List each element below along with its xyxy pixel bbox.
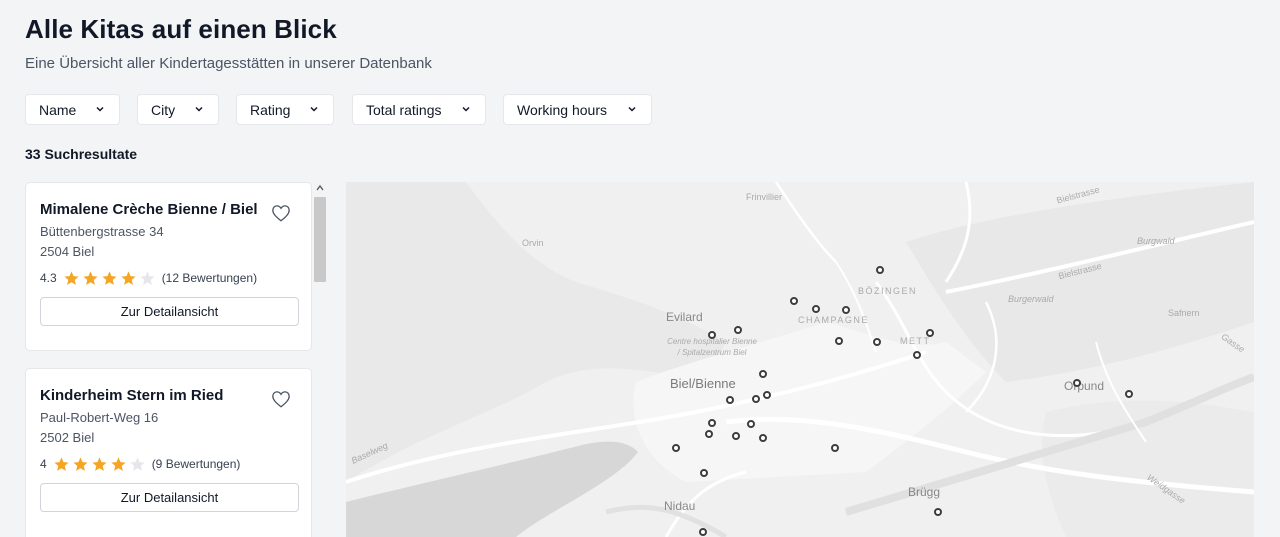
filter-label: Rating: [250, 101, 291, 118]
scroll-up-arrow-icon[interactable]: [316, 184, 324, 192]
star-filled-icon: [92, 456, 107, 471]
star-empty-icon: [140, 270, 155, 285]
filter-working-hours-dropdown[interactable]: Working hours: [503, 94, 652, 125]
map-label: Biel/Bienne: [670, 376, 736, 391]
filter-label: Total ratings: [366, 101, 442, 118]
kita-map-marker[interactable]: [747, 420, 755, 428]
map[interactable]: Frinvillier Orvin Bielstrasse Burgwald B…: [346, 182, 1254, 537]
page-title: Alle Kitas auf einen Blick: [25, 14, 337, 44]
kita-map-marker[interactable]: [1125, 390, 1133, 398]
star-filled-icon: [111, 456, 126, 471]
filter-name-dropdown[interactable]: Name: [25, 94, 120, 125]
map-label: Brügg: [908, 485, 941, 499]
rating-row: 4 (9 Bewertungen): [40, 455, 240, 473]
star-filled-icon: [102, 270, 117, 285]
chevron-down-icon: [462, 106, 470, 112]
kita-list[interactable]: Mimalene Crèche Bienne / Biel Büttenberg…: [25, 182, 313, 537]
map-label: Burgerwald: [1008, 294, 1054, 304]
map-label: Nidau: [664, 499, 696, 513]
heart-icon[interactable]: [271, 390, 291, 408]
kita-map-marker[interactable]: [700, 469, 708, 477]
kita-map-marker[interactable]: [759, 434, 767, 442]
list-scrollbar[interactable]: [313, 182, 327, 537]
detail-view-button[interactable]: Zur Detailansicht: [40, 297, 299, 326]
kita-map-marker[interactable]: [1073, 379, 1081, 387]
map-label: METT: [900, 336, 931, 346]
kita-name: Mimalene Crèche Bienne / Biel: [40, 201, 258, 218]
kita-map-marker[interactable]: [934, 508, 942, 516]
results-count: 33 Suchresultate: [25, 146, 138, 162]
scrollbar-thumb[interactable]: [314, 197, 326, 282]
filter-label: Name: [39, 101, 77, 118]
kita-map-marker[interactable]: [672, 444, 680, 452]
kita-map-marker[interactable]: [734, 326, 742, 334]
kita-map-marker[interactable]: [732, 432, 740, 440]
chevron-down-icon: [195, 106, 203, 112]
star-filled-icon: [83, 270, 98, 285]
ratings-count: (9 Bewertungen): [151, 457, 241, 471]
filter-total-ratings-dropdown[interactable]: Total ratings: [352, 94, 486, 125]
filter-label: City: [151, 101, 176, 118]
kita-map-marker[interactable]: [699, 528, 707, 536]
map-label: Orvin: [522, 238, 544, 248]
map-label: Orpund: [1064, 379, 1105, 393]
kita-map-marker[interactable]: [876, 266, 884, 274]
kita-city: 2504 Biel: [40, 244, 95, 259]
filter-city-dropdown[interactable]: City: [137, 94, 219, 125]
chevron-down-icon: [628, 106, 636, 112]
kita-street: Büttenbergstrasse 34: [40, 224, 164, 239]
kita-map-marker[interactable]: [842, 306, 850, 314]
kita-name: Kinderheim Stern im Ried: [40, 387, 224, 404]
map-label: Frinvillier: [746, 192, 782, 202]
kita-map-marker[interactable]: [705, 430, 713, 438]
kita-map-marker[interactable]: [708, 419, 716, 427]
page-subtitle: Eine Übersicht aller Kindertagesstätten …: [25, 55, 432, 72]
heart-icon[interactable]: [271, 204, 291, 222]
kita-map-marker[interactable]: [726, 396, 734, 404]
kita-map-marker[interactable]: [926, 329, 934, 337]
map-label: Evilard: [666, 310, 703, 324]
kita-map-marker[interactable]: [752, 395, 760, 403]
kita-map-marker[interactable]: [763, 391, 771, 399]
kita-map-marker[interactable]: [759, 370, 767, 378]
kita-map-marker[interactable]: [835, 337, 843, 345]
kita-map-marker[interactable]: [873, 338, 881, 346]
map-background: [346, 182, 1254, 537]
kita-card: Mimalene Crèche Bienne / Biel Büttenberg…: [25, 182, 312, 351]
rating-value: 4: [40, 457, 47, 471]
ratings-count: (12 Bewertungen): [161, 271, 258, 285]
chevron-down-icon: [96, 106, 104, 112]
star-empty-icon: [130, 456, 145, 471]
filter-label: Working hours: [517, 101, 608, 118]
kita-street: Paul-Robert-Weg 16: [40, 410, 159, 425]
map-label: Safnern: [1168, 308, 1200, 318]
rating-row: 4.3 (12 Bewertungen): [40, 269, 257, 287]
star-filled-icon: [54, 456, 69, 471]
map-label: CHAMPAGNE: [798, 315, 869, 325]
kita-card: Kinderheim Stern im Ried Paul-Robert-Weg…: [25, 368, 312, 537]
rating-value: 4.3: [40, 271, 57, 285]
map-label: Burgwald: [1137, 236, 1175, 246]
star-filled-icon: [64, 270, 79, 285]
kita-map-marker[interactable]: [708, 331, 716, 339]
detail-view-button[interactable]: Zur Detailansicht: [40, 483, 299, 512]
filter-rating-dropdown[interactable]: Rating: [236, 94, 334, 125]
star-filled-icon: [121, 270, 136, 285]
kita-map-marker[interactable]: [913, 351, 921, 359]
kita-map-marker[interactable]: [790, 297, 798, 305]
kita-map-marker[interactable]: [831, 444, 839, 452]
kita-map-marker[interactable]: [812, 305, 820, 313]
map-label: BÖZINGEN: [858, 286, 918, 296]
map-label: Centre hospitalier Bienne / Spitalzentru…: [667, 337, 757, 357]
kita-city: 2502 Biel: [40, 430, 95, 445]
chevron-down-icon: [310, 106, 318, 112]
star-filled-icon: [73, 456, 88, 471]
